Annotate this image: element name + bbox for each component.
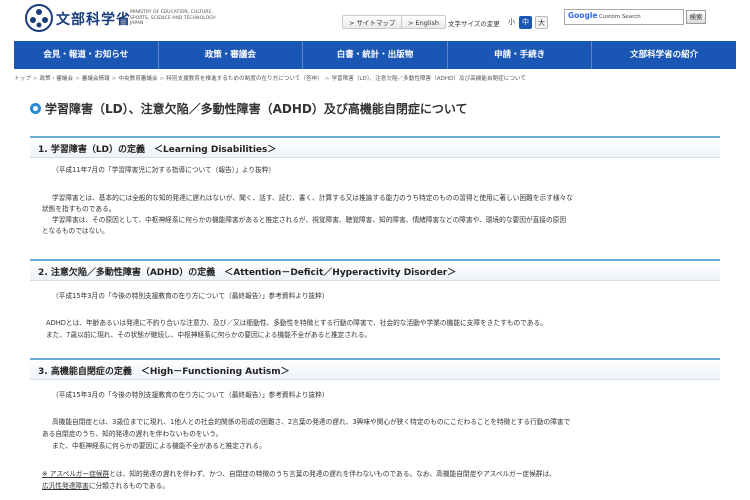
search-button[interactable]: 検索	[686, 10, 706, 24]
breadcrumb-item[interactable]: 特別支援教育を推進するための制度の在り方について（答申）	[166, 76, 322, 82]
breadcrumb-separator: >	[159, 76, 165, 82]
search-input[interactable]: Google Custom Search	[564, 9, 684, 25]
breadcrumb-separator: >	[111, 76, 117, 82]
section-line: 高機能自閉症とは、3歳位までに現れ、1他人との社会的関係の形成の困難さ、2言葉の…	[52, 418, 571, 426]
section-source: （平成15年3月の「今後の特別支援教育の在り方について（最終報告）」参考資料より…	[52, 391, 329, 399]
nav-item-press[interactable]: 会見・報道・お知らせ	[14, 41, 158, 69]
section-source: （平成15年3月の「今後の特別支援教育の在り方について（最終報告）」参考資料より…	[52, 292, 329, 300]
english-button[interactable]: > English	[401, 15, 446, 29]
note-text: に分類されるものである。	[88, 482, 169, 490]
section-heading-hfa: 3. 高機能自閉症の定義 ＜High－Functioning Autism＞	[30, 358, 720, 380]
font-small-button[interactable]: 小	[505, 16, 518, 29]
global-nav: 会見・報道・お知らせ 政策・審議会 白書・統計・出版物 申請・手続き 文部科学省…	[14, 41, 736, 69]
page-title: 学習障害（LD）、注意欠陥／多動性障害（ADHD）及び高機能自閉症について	[45, 102, 468, 116]
font-size-label: 文字サイズの変更	[448, 20, 500, 28]
section-line: となるものではない。	[42, 227, 109, 235]
breadcrumb-item[interactable]: 政策・審議会	[39, 76, 73, 82]
nav-item-application[interactable]: 申請・手続き	[446, 41, 592, 69]
pdd-link[interactable]: 広汎性発達障害	[42, 482, 89, 490]
section-heading-adhd: 2. 注意欠陥／多動性障害（ADHD）の定義 ＜Attention－Defici…	[30, 259, 720, 281]
breadcrumb: トップ > 政策・審議会 > 審議会情報 > 中央教育審議会 > 特別支援教育を推進するための制…	[14, 74, 526, 82]
breadcrumb-separator: >	[32, 76, 38, 82]
note-line: 広汎性発達障害に分類されるものである。	[42, 481, 169, 492]
breadcrumb-item[interactable]: 審議会情報	[82, 76, 110, 82]
section-line: 状態を指すものである。	[42, 205, 116, 213]
breadcrumb-separator: >	[324, 76, 330, 82]
nav-item-about[interactable]: 文部科学省の紹介	[591, 41, 736, 69]
nav-item-whitepaper[interactable]: 白書・統計・出版物	[302, 41, 447, 69]
mext-logo-icon[interactable]	[24, 3, 54, 33]
section-heading-text: 1. 学習障害（LD）の定義 ＜Learning Disabilities＞	[38, 145, 277, 155]
breadcrumb-current: 学習障害（LD）、注意欠陥／多動性障害（ADHD）及び高機能自閉症について	[331, 76, 526, 82]
nav-item-policy[interactable]: 政策・審議会	[157, 41, 303, 69]
section-heading-text: 2. 注意欠陥／多動性障害（ADHD）の定義 ＜Attention－Defici…	[38, 268, 457, 278]
section-line: ある自閉症のうち、知的発達の遅れを伴わないものをいう。	[42, 430, 223, 438]
note-line: ※ アスペルガー症候群とは、知的発達の遅れを伴わず、かつ、自閉症の特徴のうち言葉…	[42, 469, 556, 480]
breadcrumb-item[interactable]: トップ	[14, 76, 31, 82]
section-heading-ld: 1. 学習障害（LD）の定義 ＜Learning Disabilities＞	[30, 136, 720, 158]
google-logo-text: Google	[568, 11, 598, 20]
breadcrumb-item[interactable]: 中央教育審議会	[118, 76, 157, 82]
section-heading-text: 3. 高機能自閉症の定義 ＜High－Functioning Autism＞	[38, 367, 290, 377]
note-text: とは、知的発達の遅れを伴わず、かつ、自閉症の特徴のうち言葉の発達の遅れを伴わない…	[109, 470, 556, 478]
section-line: ADHDとは、年齢あるいは発達に不釣り合いな注意力、及び／又は衝動性、多動性を特…	[46, 319, 547, 327]
section-line: また、7歳以前に現れ、その状態が継続し、中枢神経系に何らかの要因による機能不全が…	[46, 331, 372, 339]
site-name-english: MINISTRY OF EDUCATION, CULTURE, SPORTS, …	[130, 10, 217, 26]
asperger-link[interactable]: ※ アスペルガー症候群	[42, 470, 109, 478]
breadcrumb-separator: >	[75, 76, 80, 82]
search-placeholder: Custom Search	[599, 14, 641, 20]
sitemap-button[interactable]: > サイトマップ	[342, 15, 403, 29]
font-medium-button[interactable]: 中	[519, 16, 532, 29]
site-name[interactable]: 文部科学省	[56, 9, 131, 29]
section-line: また、中枢神経系に何らかの要因による機能不全があると推定される。	[52, 442, 266, 450]
section-line: 学習障害とは、基本的には全般的な知的発達に遅れはないが、聞く、話す、読む、書く、…	[52, 194, 573, 202]
google-logo: Google	[568, 11, 598, 20]
font-large-button[interactable]: 大	[535, 16, 548, 29]
title-bullet-icon	[30, 103, 41, 114]
section-line: 学習障害は、その原因として、中枢神経系に何らかの機能障害があると推定されるが、視…	[52, 216, 567, 224]
site-header: 文部科学省 MINISTRY OF EDUCATION, CULTURE, SP…	[0, 0, 750, 40]
section-source: （平成11年7月の「学習障害児に対する指導について（報告）」より抜粋）	[52, 166, 276, 174]
